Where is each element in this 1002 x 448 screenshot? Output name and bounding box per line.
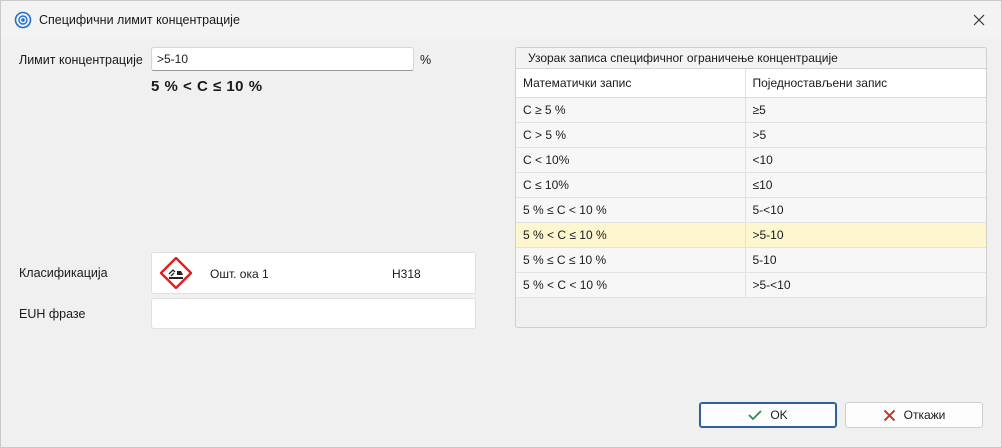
unit-label: % <box>420 53 432 67</box>
simple-cell: >5-10 <box>745 222 986 248</box>
simple-cell: ≥5 <box>745 97 986 123</box>
samples-title: Узорак записа специфичног ограничење кон… <box>516 48 986 69</box>
classification-name: Ошт. ока 1 <box>210 267 269 281</box>
x-icon <box>883 409 895 421</box>
classification-field[interactable]: Ошт. ока 1 H318 <box>151 252 476 294</box>
simple-cell: 5-10 <box>745 247 986 273</box>
classification-label: Класификација <box>19 266 108 280</box>
target-icon <box>14 11 32 29</box>
simple-cell: >5-<10 <box>745 272 986 298</box>
table-row-selected[interactable]: 5 % < C ≤ 10 % >5-10 <box>516 222 986 248</box>
math-cell: 5 % ≤ C ≤ 10 % <box>516 247 746 273</box>
math-cell: 5 % ≤ C < 10 % <box>516 197 746 223</box>
table-row[interactable]: 5 % ≤ C < 10 % 5-<10 <box>516 197 986 223</box>
table-header-row: Математички запис Поједностављени запис <box>516 69 986 98</box>
samples-panel: Узорак записа специфичног ограничење кон… <box>515 47 987 328</box>
table-row[interactable]: C ≤ 10% ≤10 <box>516 172 986 198</box>
dialog-window: Специфични лимит концентрације Лимит кон… <box>0 0 1002 448</box>
close-icon <box>973 14 985 26</box>
classification-code: H318 <box>392 267 421 281</box>
table-row[interactable]: 5 % ≤ C ≤ 10 % 5-10 <box>516 247 986 273</box>
check-icon <box>748 410 762 421</box>
ok-button[interactable]: OK <box>699 402 837 428</box>
close-button[interactable] <box>963 5 995 35</box>
simple-cell: 5-<10 <box>745 197 986 223</box>
math-cell: 5 % < C ≤ 10 % <box>516 222 746 248</box>
math-cell: C ≥ 5 % <box>516 97 746 123</box>
cancel-label: Откажи <box>903 408 946 422</box>
column-header-simple[interactable]: Поједностављени запис <box>745 69 986 98</box>
table-row[interactable]: C > 5 % >5 <box>516 122 986 148</box>
window-title: Специфични лимит концентрације <box>39 13 240 27</box>
ok-label: OK <box>770 408 788 422</box>
euh-label: EUH фразе <box>19 307 86 321</box>
simple-cell: <10 <box>745 147 986 173</box>
euh-field[interactable] <box>151 298 476 329</box>
math-cell: C > 5 % <box>516 122 746 148</box>
table-row[interactable]: 5 % < C < 10 % >5-<10 <box>516 272 986 298</box>
limit-label: Лимит концентрације <box>19 53 143 67</box>
table-row[interactable]: C < 10% <10 <box>516 147 986 173</box>
simple-cell: >5 <box>745 122 986 148</box>
limit-input[interactable] <box>151 47 414 71</box>
exclamation-hazard-icon <box>160 257 192 289</box>
title-bar: Специфични лимит концентрације <box>1 1 1001 39</box>
column-header-math[interactable]: Математички запис <box>516 69 746 98</box>
math-cell: C ≤ 10% <box>516 172 746 198</box>
math-cell: 5 % < C < 10 % <box>516 272 746 298</box>
simple-cell: ≤10 <box>745 172 986 198</box>
formula-preview: 5 % < C ≤ 10 % <box>151 78 263 95</box>
math-cell: C < 10% <box>516 147 746 173</box>
table-row[interactable]: C ≥ 5 % ≥5 <box>516 97 986 123</box>
cancel-button[interactable]: Откажи <box>845 402 983 428</box>
samples-table: Математички запис Поједностављени запис … <box>516 69 986 298</box>
